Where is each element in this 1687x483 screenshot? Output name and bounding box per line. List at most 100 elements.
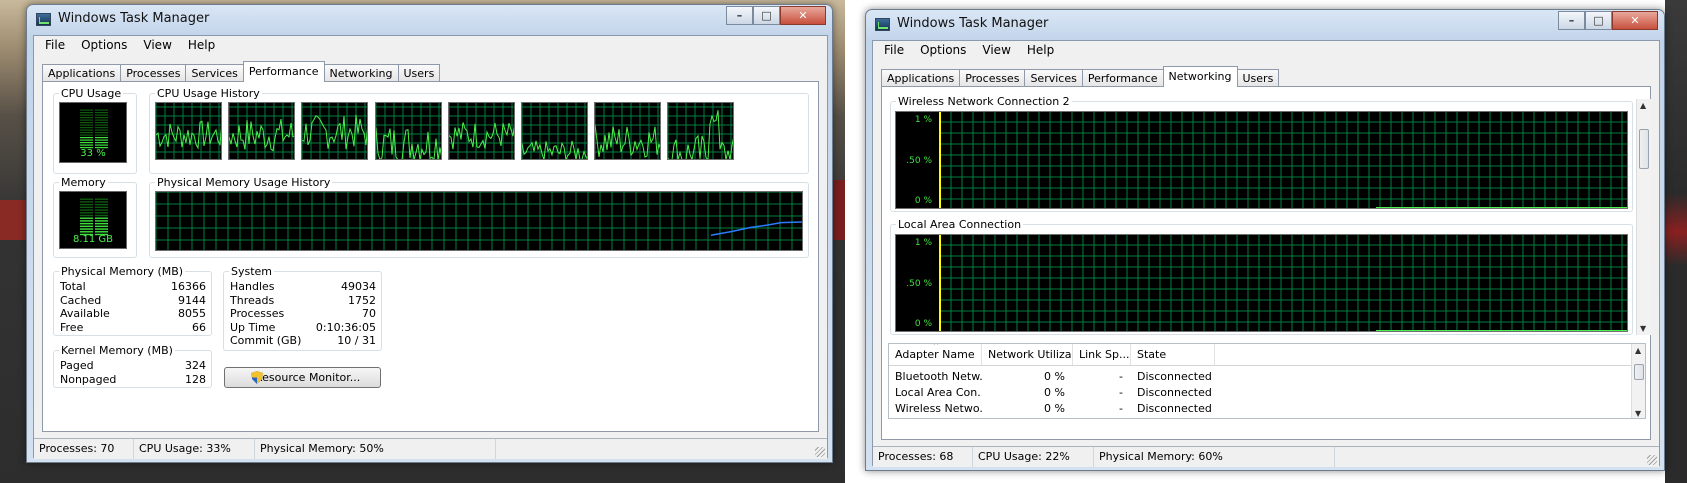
close-button-2[interactable]: ✕ <box>1612 11 1658 30</box>
menu-help-2[interactable]: Help <box>1019 41 1062 60</box>
tab-networking-2[interactable]: Networking <box>1162 66 1238 87</box>
system-row: Processes 70 <box>230 307 376 320</box>
physical-memory-group: Physical Memory (MB) Total 16366 Cached 914… <box>53 265 212 336</box>
column-state[interactable]: State <box>1131 344 1215 365</box>
column-network-utilization[interactable]: Network Utiliza... <box>982 344 1073 365</box>
tab-applications[interactable]: Applications <box>42 64 122 82</box>
cpu-core-graph <box>301 102 369 160</box>
list-scroll-down-icon[interactable]: ▼ <box>1635 409 1641 418</box>
adapter-cell: 0 % <box>1044 370 1065 383</box>
gauge-segment <box>80 217 93 219</box>
list-scrollbar[interactable]: ▲ ▼ <box>1631 344 1645 418</box>
physical-memory-value: 9144 <box>178 293 206 307</box>
status-bar: Processes: 70 CPU Usage: 33% Physical Me… <box>34 438 827 459</box>
cpu-history-label: CPU Usage History <box>155 87 262 100</box>
column-adapter-name[interactable]: Adapter Name ^ <box>889 344 982 365</box>
tab-networking[interactable]: Networking <box>323 64 399 82</box>
net2-tick-bottom: 0 % <box>914 319 932 329</box>
kernel-memory-label: Kernel Memory (MB) <box>59 344 175 357</box>
cpu-core-graph <box>155 102 222 160</box>
memory-history-line <box>710 221 802 236</box>
adapter-row[interactable]: Wireless Netwo... 0 % - Disconnected <box>889 402 1215 418</box>
title-bar-2[interactable]: Windows Task Manager – □ ✕ <box>866 10 1664 40</box>
title-bar[interactable]: Windows Task Manager – □ ✕ <box>27 5 832 35</box>
graphs-scroll-area: Wireless Network Connection 2 1 % .50 % … <box>882 87 1636 337</box>
tab-users-2[interactable]: Users <box>1236 69 1280 87</box>
column-link-speed[interactable]: Link Sp... <box>1073 344 1131 365</box>
gauge-segment <box>95 114 108 116</box>
memory-gauge-bars <box>80 198 108 236</box>
tab-performance[interactable]: Performance <box>242 61 325 82</box>
resource-monitor-button[interactable]: Resource Monitor... <box>224 367 381 388</box>
adapter-cell: - <box>1119 402 1123 415</box>
gauge-segment <box>80 201 93 203</box>
tab-users[interactable]: Users <box>397 64 441 82</box>
close-button[interactable]: ✕ <box>780 6 826 25</box>
gauge-segment <box>95 134 108 136</box>
resize-grip[interactable] <box>815 447 825 457</box>
window-title-2: Windows Task Manager <box>897 16 1049 31</box>
adapter-list: Adapter Name ^ Network Utiliza... Link S… <box>888 343 1646 419</box>
gauge-segment <box>80 134 93 136</box>
resize-grip-2[interactable] <box>1647 455 1657 465</box>
sort-up-icon: ^ <box>933 344 939 350</box>
system-group: System Handles 49034 Threads 1752 Processes 7… <box>223 265 382 351</box>
physical-memory-key: Available <box>60 307 110 321</box>
gauge-segment <box>95 214 108 217</box>
gauge-segment <box>80 144 93 146</box>
menu-help[interactable]: Help <box>180 36 223 55</box>
cpu-usage-gauge: 33 % <box>59 102 127 163</box>
maximize-button-2[interactable]: □ <box>1585 11 1612 30</box>
system-key: Handles <box>230 280 275 293</box>
gauge-segment <box>95 142 108 144</box>
adapter-row[interactable]: Local Area Con... 0 % - Disconnected <box>889 386 1215 402</box>
tab-strip-2: Applications Processes Services Performa… <box>881 66 1280 87</box>
gauge-segment <box>80 220 93 222</box>
scroll-up-icon[interactable]: ▲ <box>1640 101 1646 110</box>
menu-options[interactable]: Options <box>73 36 135 55</box>
list-scroll-thumb[interactable] <box>1634 364 1644 380</box>
gauge-segment <box>95 203 108 206</box>
tab-services[interactable]: Services <box>185 64 244 82</box>
net-graph-1: 1 % .50 % 0 % <box>895 111 1628 209</box>
net-graph-svg-2 <box>939 235 1627 331</box>
tab-strip: Applications Processes Services Performa… <box>42 61 441 82</box>
kernel-memory-value: 128 <box>185 372 206 386</box>
list-scroll-up-icon[interactable]: ▲ <box>1635 346 1641 355</box>
physical-memory-value: 16366 <box>171 280 206 293</box>
adapter-cell: 0 % <box>1044 386 1065 399</box>
cpu-gauge-bars <box>80 109 108 149</box>
scroll-down-icon[interactable]: ▼ <box>1640 324 1646 333</box>
system-value: 10 / 31 <box>337 334 376 348</box>
menu-view-2[interactable]: View <box>974 41 1018 60</box>
tab-services-2[interactable]: Services <box>1024 69 1083 87</box>
adapter-row[interactable]: Bluetooth Netw... 0 % - Disconnected <box>889 370 1215 386</box>
tab-processes[interactable]: Processes <box>120 64 187 82</box>
gauge-segment <box>80 142 93 144</box>
gauge-segment <box>80 112 93 114</box>
menu-view[interactable]: View <box>135 36 179 55</box>
tab-performance-2[interactable]: Performance <box>1081 69 1164 87</box>
physical-memory-value: 8055 <box>178 307 206 321</box>
gauge-segment <box>95 124 108 126</box>
system-key: Threads <box>230 293 275 307</box>
system-value: 49034 <box>341 280 376 293</box>
system-key: Up Time <box>230 320 276 334</box>
physical-memory-history-label: Physical Memory Usage History <box>155 176 333 189</box>
gauge-segment <box>95 231 108 233</box>
minimize-button-2[interactable]: – <box>1558 11 1585 30</box>
menu-file-2[interactable]: File <box>876 41 912 60</box>
gauge-segment <box>80 109 93 111</box>
status-processes: Processes: 70 <box>34 439 134 459</box>
tab-processes-2[interactable]: Processes <box>959 69 1026 87</box>
maximize-button[interactable]: □ <box>753 6 780 25</box>
adapter-cell: - <box>1119 370 1123 383</box>
system-row: Up Time 0:10:36:05 <box>230 321 376 334</box>
tab-applications-2[interactable]: Applications <box>881 69 961 87</box>
physical-memory-label: Physical Memory (MB) <box>59 265 186 278</box>
minimize-button[interactable]: – <box>726 6 753 25</box>
graphs-scrollbar[interactable]: ▲ ▼ <box>1636 99 1651 335</box>
menu-file[interactable]: File <box>37 36 73 55</box>
scroll-thumb[interactable] <box>1639 129 1649 169</box>
menu-options-2[interactable]: Options <box>912 41 974 60</box>
